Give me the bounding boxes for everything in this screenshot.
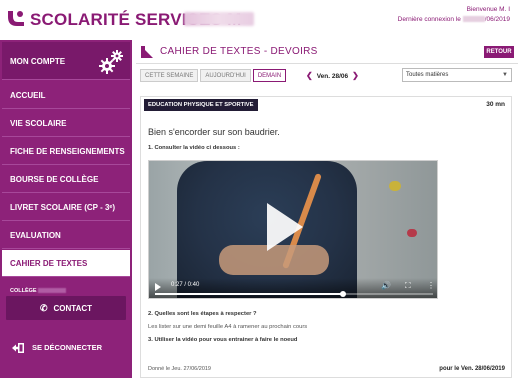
header: SCOLARITÉ SERVICES M Bienvenue M. I Dern… bbox=[0, 0, 520, 38]
fullscreen-icon[interactable]: ⛶ bbox=[405, 281, 411, 291]
title-bar: CAHIER DE TEXTES - DEVOIRS RETOUR bbox=[136, 40, 518, 64]
step-3: 3. Utiliser la vidéo pour vous entrainer… bbox=[148, 337, 298, 343]
period-tabs: CETTE SEMAINE AUJOURD'HUI DEMAIN bbox=[140, 69, 288, 83]
previous-day-icon[interactable]: ❮ bbox=[302, 71, 317, 80]
step-2-detail: Les lister sur une demi feuille A4 à ram… bbox=[148, 324, 308, 330]
more-options-icon[interactable]: ⋮ bbox=[427, 281, 435, 290]
contact-button[interactable]: ✆ CONTACT bbox=[6, 296, 126, 320]
climbing-hold bbox=[407, 229, 417, 237]
play-icon[interactable] bbox=[267, 203, 303, 251]
control-play-icon[interactable] bbox=[155, 283, 161, 291]
last-login-prefix: Dernière connexion le bbox=[397, 16, 461, 23]
sidebar-item-vie-scolaire[interactable]: VIE SCOLAIRE bbox=[2, 110, 130, 137]
next-day-icon[interactable]: ❯ bbox=[348, 71, 363, 80]
logout-button[interactable]: SE DÉCONNECTER bbox=[2, 336, 130, 360]
given-date: Donné le Jeu. 27/06/2019 bbox=[148, 366, 211, 372]
sidebar-item-livret-scolaire[interactable]: LIVRET SCOLAIRE (CP - 3ᵉ) bbox=[2, 194, 130, 221]
sidebar: MON COMPTE ACCUEIL VIE SCOLAIRE FICHE DE… bbox=[0, 40, 132, 378]
redacted-name bbox=[184, 12, 254, 26]
video-player[interactable]: 0:27 / 0:40 🔊 ⛶ ⋮ bbox=[148, 160, 438, 299]
tab-cette-semaine[interactable]: CETTE SEMAINE bbox=[140, 69, 199, 82]
video-progress-bar[interactable] bbox=[155, 291, 433, 297]
step-2: 2. Quelles sont les étapes à respecter ? bbox=[148, 311, 257, 317]
video-time: 0:27 / 0:40 bbox=[171, 282, 200, 288]
climbing-hold bbox=[389, 181, 401, 191]
last-login: Dernière connexion le /06/2019 bbox=[398, 15, 510, 25]
sidebar-item-mon-compte[interactable]: MON COMPTE bbox=[2, 42, 130, 80]
logout-label: SE DÉCONNECTER bbox=[32, 343, 103, 352]
video-progress-fill bbox=[155, 293, 343, 295]
volume-icon[interactable]: 🔊 bbox=[381, 281, 391, 290]
step-1: 1. Consulter la vidéo ci dessous : bbox=[148, 145, 240, 151]
welcome-block: Bienvenue M. I Dernière connexion le /06… bbox=[398, 5, 510, 25]
sidebar-item-cahier-de-textes[interactable]: CAHIER DE TEXTES bbox=[2, 250, 130, 277]
current-date: Ven. 28/06 bbox=[316, 73, 349, 80]
assignment-heading: Bien s'encorder sur son baudrier. bbox=[148, 127, 280, 137]
redacted-date bbox=[462, 16, 485, 23]
college-text: COLLÈGE bbox=[10, 288, 37, 294]
video-controls: 0:27 / 0:40 🔊 ⛶ ⋮ bbox=[149, 278, 437, 298]
subject-filter-select[interactable]: Toutes matières ▼ bbox=[402, 68, 512, 82]
assignment-card: EDUCATION PHYSIQUE ET SPORTIVE 30 mn Bie… bbox=[140, 96, 512, 378]
tab-demain[interactable]: DEMAIN bbox=[252, 69, 287, 82]
date-navigator: ❮ Ven. 28/06 ❯ bbox=[302, 71, 363, 80]
redacted-college bbox=[38, 288, 67, 294]
sidebar-item-label: MON COMPTE bbox=[10, 57, 66, 66]
gear-icon bbox=[99, 50, 123, 74]
sidebar-item-evaluation[interactable]: EVALUATION bbox=[2, 222, 130, 249]
phone-icon: ✆ bbox=[39, 303, 48, 313]
sidebar-item-fiche-renseignements[interactable]: FICHE DE RENSEIGNEMENTS bbox=[2, 138, 130, 165]
chevron-down-icon: ▼ bbox=[502, 72, 508, 78]
main-content: CAHIER DE TEXTES - DEVOIRS RETOUR CETTE … bbox=[136, 40, 518, 378]
back-button[interactable]: RETOUR bbox=[484, 46, 514, 58]
college-label: COLLÈGE bbox=[10, 288, 67, 294]
welcome-text: Bienvenue M. I bbox=[466, 6, 510, 13]
page-title: CAHIER DE TEXTES - DEVOIRS bbox=[160, 46, 318, 57]
video-progress-handle[interactable] bbox=[339, 291, 346, 297]
contact-label: CONTACT bbox=[53, 304, 93, 313]
duration-label: 30 mn bbox=[486, 101, 505, 108]
due-date: pour le Ven. 28/06/2019 bbox=[439, 366, 505, 372]
subject-filter-value: Toutes matières bbox=[406, 72, 449, 78]
tab-aujourdhui[interactable]: AUJOURD'HUI bbox=[200, 69, 251, 82]
logout-icon bbox=[12, 343, 24, 354]
subject-badge: EDUCATION PHYSIQUE ET SPORTIVE bbox=[144, 99, 258, 111]
sidebar-item-bourse[interactable]: BOURSE DE COLLÈGE bbox=[2, 166, 130, 193]
arrow-corner-icon bbox=[141, 46, 153, 58]
sidebar-item-accueil[interactable]: ACCUEIL bbox=[2, 82, 130, 109]
last-login-suffix: /06/2019 bbox=[484, 16, 510, 23]
logo-icon bbox=[8, 11, 24, 26]
